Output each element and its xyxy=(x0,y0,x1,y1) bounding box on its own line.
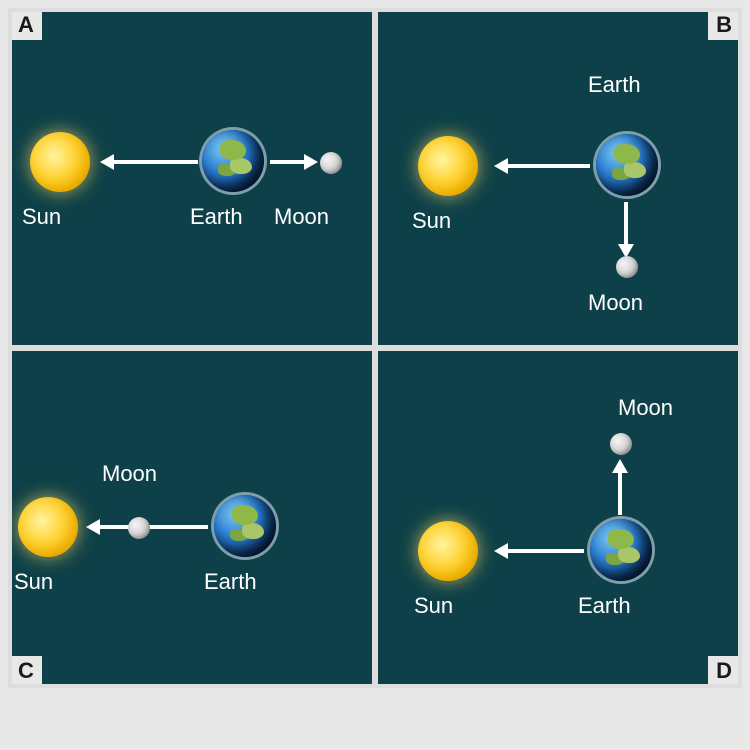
earth-label: Earth xyxy=(190,204,243,230)
arrow-head-left-icon xyxy=(494,543,508,559)
arrow-earth-to-sun xyxy=(506,164,590,168)
earth-icon xyxy=(214,495,276,557)
moon-icon xyxy=(616,256,638,278)
earth-icon xyxy=(596,134,658,196)
moon-label: Moon xyxy=(588,290,643,316)
sun-label: Sun xyxy=(414,593,453,619)
sun-icon xyxy=(418,521,478,581)
arrow-head-up-icon xyxy=(612,459,628,473)
panel-a-label: A xyxy=(12,12,42,40)
earth-label: Earth xyxy=(588,72,641,98)
arrow-head-left-icon xyxy=(100,154,114,170)
panel-a: A Sun Earth Moon xyxy=(12,12,372,345)
panel-c-label: C xyxy=(12,656,42,684)
diagram-grid: A Sun Earth Moon B Sun Earth Moon C Sun … xyxy=(8,8,742,688)
moon-icon xyxy=(610,433,632,455)
arrow-earth-to-moon xyxy=(624,202,628,246)
arrow-head-left-icon xyxy=(86,519,100,535)
moon-label: Moon xyxy=(618,395,673,421)
arrow-earth-to-moon xyxy=(618,471,622,515)
sun-icon xyxy=(418,136,478,196)
moon-icon xyxy=(128,517,150,539)
arrow-head-right-icon xyxy=(304,154,318,170)
earth-label: Earth xyxy=(204,569,257,595)
arrow-earth-to-moon xyxy=(270,160,304,164)
arrow-earth-to-sun xyxy=(506,549,584,553)
arrow-earth-to-sun xyxy=(112,160,198,164)
moon-icon xyxy=(320,152,342,174)
sun-label: Sun xyxy=(22,204,61,230)
arrow-earth-to-sun xyxy=(98,525,208,529)
panel-c: C Sun Moon Earth xyxy=(12,351,372,684)
arrow-head-left-icon xyxy=(494,158,508,174)
panel-d: D Sun Earth Moon xyxy=(378,351,738,684)
earth-icon xyxy=(202,130,264,192)
earth-label: Earth xyxy=(578,593,631,619)
sun-icon xyxy=(18,497,78,557)
earth-icon xyxy=(590,519,652,581)
panel-d-label: D xyxy=(708,656,738,684)
moon-label: Moon xyxy=(102,461,157,487)
sun-label: Sun xyxy=(14,569,53,595)
sun-label: Sun xyxy=(412,208,451,234)
moon-label: Moon xyxy=(274,204,329,230)
panel-b: B Sun Earth Moon xyxy=(378,12,738,345)
sun-icon xyxy=(30,132,90,192)
panel-b-label: B xyxy=(708,12,738,40)
